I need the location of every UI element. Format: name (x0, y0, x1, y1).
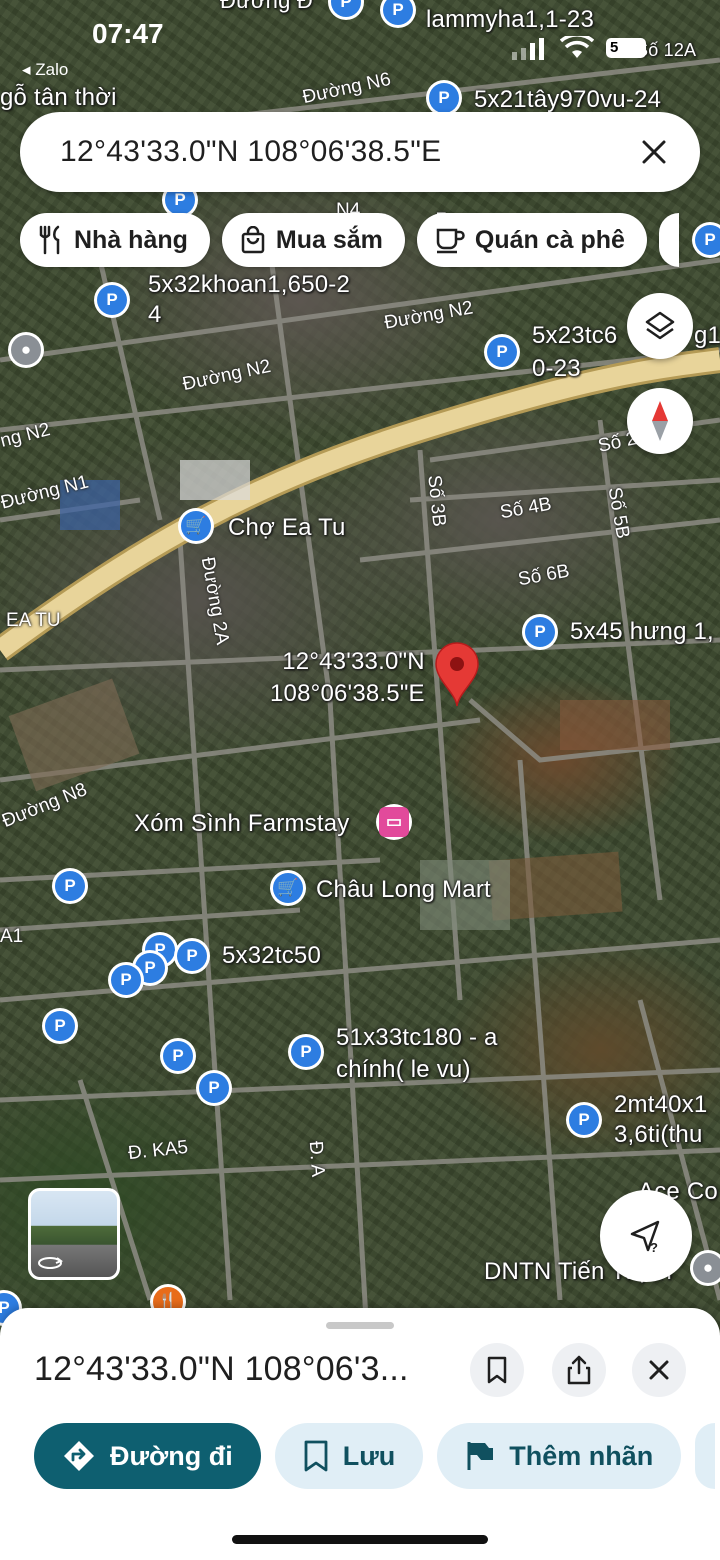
shopping-cart-pin-icon[interactable]: 🛒 (270, 870, 306, 906)
directions-label: Đường đi (110, 1440, 233, 1471)
place-pin-icon[interactable]: P (94, 282, 130, 318)
place-label[interactable]: 2mt40x1 3,6ti(thu (614, 1090, 707, 1150)
status-bar: 07:47 ◂ Zalo 5 (0, 0, 720, 90)
bookmark-icon (487, 1356, 507, 1384)
flag-icon (467, 1442, 494, 1470)
directions-button[interactable]: Đường đi (34, 1423, 261, 1489)
place-title: 12°43'33.0"N 108°06'3... (34, 1350, 409, 1388)
more-actions-button[interactable] (695, 1423, 716, 1489)
close-icon (642, 140, 666, 164)
road-label-ea-tu: EA TU (6, 610, 61, 631)
svg-text:?: ? (650, 1240, 658, 1255)
place-pin-icon[interactable]: ● (690, 1250, 720, 1286)
share-icon (567, 1355, 591, 1385)
search-bar[interactable]: 12°43'33.0"N 108°06'38.5"E (20, 112, 700, 192)
chip-more[interactable] (658, 213, 679, 267)
place-label-cho-ea-tu[interactable]: Chợ Ea Tu (228, 514, 346, 542)
close-icon (649, 1360, 669, 1380)
place-label[interactable]: 51x33tc180 - a chính( le vu) (336, 1022, 498, 1086)
sheet-actions: Đường đi Lưu Thêm nhãn (34, 1423, 716, 1489)
place-label-xom-sinh-farmstay[interactable]: Xóm Sình Farmstay (134, 810, 349, 838)
navigation-arrow-icon: ? (630, 1220, 660, 1255)
home-indicator[interactable] (232, 1535, 488, 1544)
category-chips: Nhà hàng Mua sắm Quán cà phê (20, 213, 679, 267)
place-pin-icon[interactable]: P (52, 868, 88, 904)
chip-coffee[interactable]: Quán cà phê (416, 213, 647, 267)
place-label[interactable]: 5x32khoan1,650-2 4 (148, 270, 350, 330)
chip-label: Quán cà phê (474, 225, 625, 254)
chip-shopping[interactable]: Mua sắm (221, 213, 405, 267)
battery-icon: 5 (606, 38, 646, 58)
place-pin-icon[interactable]: P (288, 1034, 324, 1070)
status-time: 07:47 (92, 18, 164, 49)
save-label: Lưu (342, 1440, 396, 1471)
close-sheet-button[interactable] (632, 1343, 686, 1397)
place-pin-icon[interactable]: P (160, 1038, 196, 1074)
hotel-pin-icon[interactable]: ▭ (376, 804, 412, 840)
fork-knife-icon (39, 225, 60, 255)
road-label-a1: A1 (0, 926, 24, 947)
add-label-button[interactable]: Thêm nhãn (437, 1423, 682, 1489)
place-pin-icon[interactable]: P (484, 334, 520, 370)
place-label: g1 (694, 322, 720, 349)
save-button[interactable]: Lưu (274, 1423, 424, 1489)
place-label-chau-long-mart[interactable]: Châu Long Mart (316, 876, 491, 904)
directions-icon (64, 1441, 94, 1471)
place-label[interactable]: 5x23tc6 (532, 322, 617, 350)
compass-icon (652, 401, 668, 441)
layers-button[interactable] (627, 293, 693, 359)
share-button[interactable] (552, 1343, 606, 1397)
back-to-zalo-link[interactable]: ◂ Zalo (22, 60, 68, 80)
street-view-thumbnail[interactable] (28, 1188, 120, 1280)
chip-restaurants[interactable]: Nhà hàng (20, 213, 210, 267)
save-icon-button[interactable] (470, 1343, 524, 1397)
place-bottom-sheet[interactable]: 12°43'33.0"N 108°06'3... Đường đi Lưu Th… (0, 1308, 720, 1560)
place-label[interactable]: 5x21tây970vu-24 (474, 86, 661, 114)
bookmark-icon (304, 1440, 328, 1472)
add-label-label: Thêm nhãn (509, 1440, 654, 1471)
signal-icon (512, 38, 544, 60)
shopping-cart-pin-icon[interactable]: 🛒 (178, 508, 214, 544)
compass-button[interactable] (627, 388, 693, 454)
place-pin-icon[interactable]: P (196, 1070, 232, 1106)
place-pin-icon[interactable]: P (692, 222, 720, 258)
coffee-cup-icon (436, 228, 465, 254)
rotate-360-icon (38, 1257, 63, 1269)
search-query[interactable]: 12°43'33.0"N 108°06'38.5"E (60, 135, 632, 169)
place-pin-icon[interactable]: P (108, 962, 144, 998)
place-pin-icon[interactable]: P (522, 614, 558, 650)
place-pin-icon[interactable]: ● (8, 332, 44, 368)
place-pin-icon[interactable]: P (566, 1102, 602, 1138)
chip-label: Nhà hàng (74, 225, 188, 254)
place-label[interactable]: 5x45 hưng 1, (570, 618, 714, 646)
chip-label: Mua sắm (275, 225, 383, 254)
wifi-icon (560, 36, 594, 58)
close-search-button[interactable] (632, 130, 676, 174)
place-pin-icon[interactable]: P (174, 938, 210, 974)
my-location-button[interactable]: ? (600, 1190, 692, 1282)
layers-icon (645, 311, 675, 340)
sheet-drag-handle[interactable] (326, 1322, 394, 1329)
dropped-pin-label: 12°43'33.0"N 108°06'38.5"E (270, 648, 425, 707)
place-label: 0-23 (532, 355, 581, 382)
road-label-da: Đ. A (304, 1140, 329, 1178)
place-pin-icon[interactable]: P (42, 1008, 78, 1044)
place-label[interactable]: 5x32tc50 (222, 942, 321, 970)
red-location-pin-icon[interactable] (432, 642, 482, 708)
shopping-bag-icon (241, 226, 265, 254)
